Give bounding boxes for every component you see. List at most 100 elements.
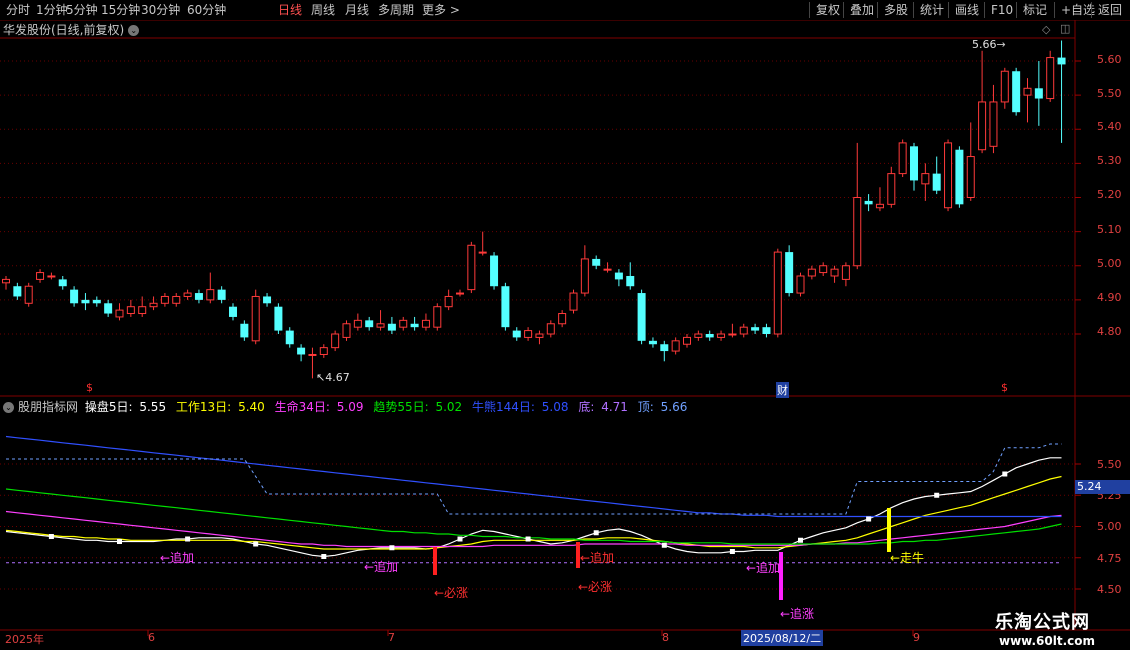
indicator-point (525, 536, 531, 542)
indicator-value-13d: 工作13日: 5.40 (175, 400, 265, 414)
price-tick: 5.10 (1097, 223, 1122, 236)
candle-body (1034, 88, 1043, 99)
date-tick: 7 (388, 631, 395, 644)
indicator-tick: 4.50 (1097, 583, 1122, 596)
candle-body (13, 286, 22, 297)
candle-body (910, 146, 918, 181)
candle-body (887, 173, 896, 205)
indicator-value-55d: 趋势55日: 5.02 (373, 400, 463, 414)
candle-body (671, 340, 680, 352)
candle-body (104, 303, 113, 314)
candle-body (36, 272, 45, 280)
date-axis: 2025年 6 7 8 2025/08/12/二 9 (0, 630, 1075, 646)
candle-body (580, 258, 589, 294)
candle-body (717, 333, 726, 338)
indicator-point (934, 492, 940, 498)
candle-body (1057, 57, 1066, 65)
candle-body (569, 292, 578, 311)
indicator-lines (5, 435, 1062, 564)
indicator-line-4 (5, 435, 1062, 518)
candle-body (614, 272, 623, 280)
signal-label: ←追加 (746, 561, 781, 575)
dividend-marker[interactable]: $ (1001, 381, 1008, 394)
indicator-point (457, 536, 463, 542)
indicator-point (185, 536, 191, 542)
indicator-name[interactable]: 股朋指标网 (18, 400, 78, 414)
candle-body (421, 319, 430, 328)
candle-body (217, 289, 226, 300)
finance-badge[interactable]: 财 (776, 382, 789, 398)
diamond-icon[interactable]: ◇ (1042, 23, 1050, 36)
candle-body (183, 292, 192, 297)
chevron-down-icon[interactable]: ⌄ (3, 402, 14, 413)
candle-body (194, 293, 203, 300)
candle-body (512, 330, 521, 338)
indicator-tick: 5.50 (1097, 458, 1122, 471)
indicator-point (1002, 471, 1008, 477)
candle-body (81, 299, 90, 304)
candle-body (70, 289, 79, 304)
candle-body (149, 302, 158, 308)
indicator-point (117, 539, 122, 544)
signal-label: ←必涨 (578, 580, 613, 594)
candle-body (365, 320, 374, 328)
indicator-value-top: 顶: 5.66 (637, 400, 688, 414)
candle-body (683, 336, 691, 345)
candle-body (751, 327, 760, 331)
candle-body (921, 173, 930, 185)
candle-body (251, 295, 260, 342)
candle-body (115, 309, 124, 318)
candle-body (830, 268, 839, 277)
candle-body (263, 296, 272, 304)
candle-body (240, 323, 249, 338)
layout-icon[interactable]: ◫ (1060, 22, 1070, 35)
signal-label: ←必涨 (434, 586, 469, 600)
indicator-header: ⌄ 股朋指标网 操盘5日: 5.55 工作13日: 5.40 生命34日: 5.0… (3, 398, 693, 415)
candle-body (308, 353, 317, 356)
candle-body (467, 244, 476, 291)
candle-body (841, 265, 850, 280)
indicator-point (48, 534, 54, 539)
crosshair-date: 2025/08/12/二 (741, 630, 824, 646)
candle-body (501, 286, 510, 328)
candle-body (978, 101, 987, 151)
price-tick: 5.40 (1097, 120, 1122, 133)
indicator-point (389, 545, 395, 551)
candle-body (535, 333, 544, 338)
candle-body (660, 344, 669, 352)
candle-body (966, 156, 975, 199)
candle-body (410, 323, 419, 328)
indicator-point (866, 516, 872, 522)
price-tick: 4.90 (1097, 291, 1122, 304)
watermark-title: 乐淘公式网 (995, 612, 1090, 633)
signal-label: ←追加 (580, 551, 615, 565)
candle-body (490, 255, 499, 287)
indicator-value-144d: 牛熊144日: 5.08 (472, 400, 569, 414)
candle-body (126, 306, 135, 315)
indicator-point (593, 530, 599, 536)
candle-body (433, 306, 442, 328)
candle-body (898, 142, 907, 175)
signal-bar-yellow (887, 508, 891, 552)
candle-body (444, 295, 453, 308)
candle-body (274, 306, 283, 331)
candle-body (297, 347, 306, 355)
signal-bar-red (433, 547, 437, 575)
candle-body (2, 278, 10, 284)
dividend-marker[interactable]: $ (86, 381, 93, 394)
candle-body (331, 333, 340, 349)
indicator-point (798, 537, 803, 543)
candle-body (648, 340, 657, 345)
indicator-value-5d: 操盘5日: 5.55 (84, 400, 167, 414)
candle-body (160, 295, 169, 304)
grid-lines (0, 20, 1130, 636)
signal-label: ←追涨 (780, 607, 815, 621)
low-label: ↖4.67 (316, 371, 350, 384)
candle-body (705, 334, 714, 338)
candle-body (807, 268, 816, 277)
candle-body (399, 319, 408, 328)
price-tick: 5.50 (1097, 87, 1122, 100)
candle-body (172, 295, 181, 304)
candle-body (1046, 57, 1055, 100)
candle-body (1023, 87, 1032, 96)
